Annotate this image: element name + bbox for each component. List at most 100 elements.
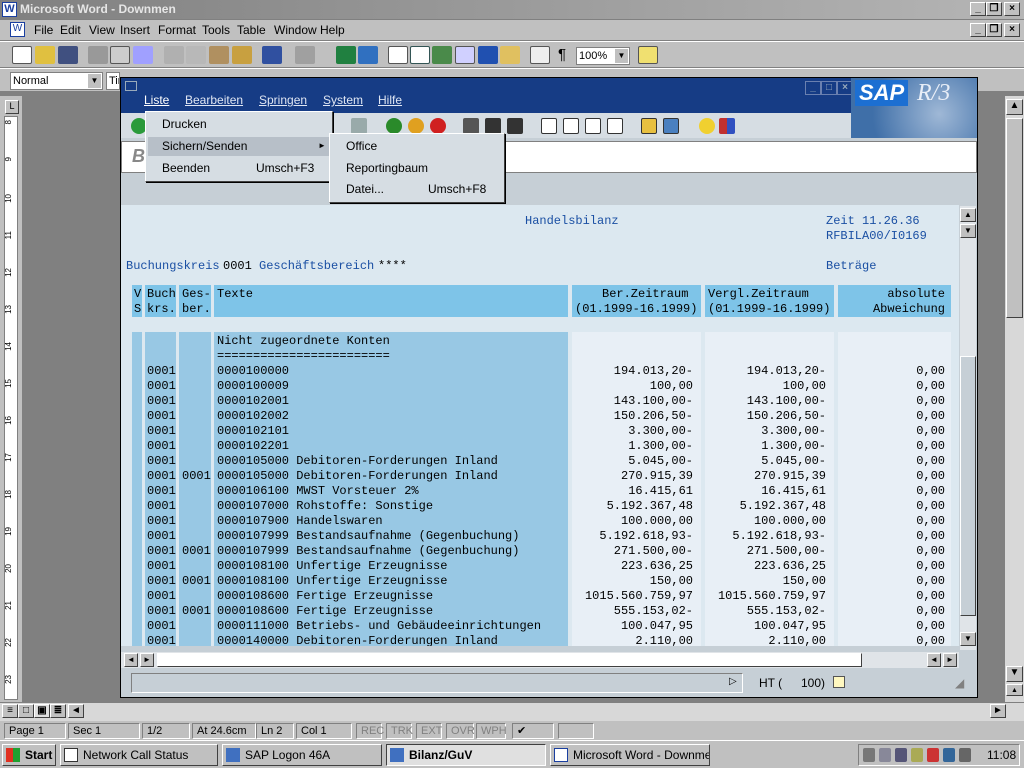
network-tray-icon[interactable] — [879, 748, 891, 762]
shield-icon[interactable] — [927, 748, 939, 762]
resize-grip-icon[interactable]: ◢ — [955, 676, 964, 690]
document-map-icon[interactable] — [500, 46, 520, 64]
sap-hscroll-thumb[interactable] — [157, 653, 862, 667]
spelling-icon[interactable] — [133, 46, 153, 64]
sap-list-hscroll[interactable]: ◄ ► ◄ ► — [121, 652, 959, 668]
menu-item-sichern-senden[interactable]: Sichern/Senden — [162, 137, 247, 155]
columns-icon[interactable] — [455, 46, 475, 64]
monitor-icon[interactable] — [895, 748, 907, 762]
menu-file[interactable]: File — [34, 23, 53, 37]
display-icon[interactable] — [943, 748, 955, 762]
hyperlink-icon[interactable] — [336, 46, 356, 64]
scroll-left-button[interactable]: ◄ — [68, 704, 84, 718]
sap-scroll-down2-button[interactable]: ▼ — [960, 224, 976, 238]
menu-view[interactable]: View — [89, 23, 115, 37]
style-select[interactable]: Normal ▼ — [10, 72, 103, 90]
zoom-select[interactable]: 100% ▼ — [576, 47, 630, 65]
web-toolbar-icon[interactable] — [358, 46, 378, 64]
prev-page-button[interactable]: ▲ — [1006, 684, 1023, 696]
menu-edit[interactable]: Edit — [60, 23, 81, 37]
save-icon[interactable] — [351, 118, 367, 134]
redo-icon[interactable] — [295, 46, 315, 64]
zoom-doc-icon[interactable] — [530, 46, 550, 64]
find-next-icon[interactable] — [507, 118, 523, 134]
doc-close-button[interactable]: × — [1004, 23, 1020, 37]
status-wph[interactable]: WPH — [476, 723, 507, 739]
sap-scroll-thumb[interactable] — [960, 356, 976, 616]
status-rec[interactable]: REC — [356, 723, 384, 739]
scroll-thumb[interactable] — [1006, 118, 1023, 318]
sap-maximize-button[interactable]: □ — [821, 81, 837, 95]
normal-view-button[interactable]: ≡ — [2, 704, 18, 718]
start-button[interactable]: Start — [2, 744, 56, 766]
save-icon[interactable] — [58, 46, 78, 64]
menu-format[interactable]: Format — [158, 23, 196, 37]
print-view-button[interactable]: ▣ — [34, 704, 50, 718]
scroll-up-button[interactable]: ▲ — [1006, 99, 1023, 115]
print-icon[interactable] — [463, 118, 479, 134]
sap-scroll-right-button[interactable]: ► — [943, 653, 957, 667]
sap-list-vscroll[interactable]: ▲ ▼ ▼ — [960, 206, 976, 650]
doc-minimize-button[interactable]: _ — [970, 23, 986, 37]
printer-tray-icon[interactable] — [959, 748, 971, 762]
first-page-icon[interactable] — [541, 118, 557, 134]
menu-item-beenden[interactable]: Beenden — [162, 159, 210, 177]
format-painter-icon[interactable] — [232, 46, 252, 64]
submenu-item-office[interactable]: Office — [346, 137, 377, 155]
power-icon[interactable] — [911, 748, 923, 762]
menu-tools[interactable]: Tools — [202, 23, 230, 37]
sap-menu-bearbeiten[interactable]: Bearbeiten — [185, 93, 243, 107]
find-icon[interactable] — [485, 118, 501, 134]
help-icon[interactable] — [699, 118, 715, 134]
session-info-icon[interactable] — [833, 676, 845, 688]
task-sap-logon[interactable]: SAP Logon 46A — [222, 744, 382, 766]
sap-scroll-right2-button[interactable]: ► — [140, 653, 154, 667]
menu-table[interactable]: Table — [237, 23, 266, 37]
outline-view-button[interactable]: ≣ — [50, 704, 66, 718]
chevron-down-icon[interactable]: ▼ — [615, 49, 628, 63]
sap-scroll-left-button[interactable]: ◄ — [124, 653, 138, 667]
sap-menu-springen[interactable]: Springen — [259, 93, 307, 107]
sap-system-icon[interactable] — [125, 81, 137, 91]
sap-scroll-up-button[interactable]: ▲ — [960, 208, 976, 222]
submenu-item-reportingbaum[interactable]: Reportingbaum — [346, 159, 428, 177]
cancel-icon[interactable] — [430, 118, 446, 134]
sap-menu-hilfe[interactable]: Hilfe — [378, 93, 402, 107]
task-bilanz-guv[interactable]: Bilanz/GuV — [386, 744, 546, 766]
print-icon[interactable] — [88, 46, 108, 64]
menu-item-drucken[interactable]: Drucken — [162, 115, 207, 133]
status-ext[interactable]: EXT — [416, 723, 442, 739]
chevron-down-icon[interactable]: ▼ — [88, 74, 101, 88]
font-select[interactable]: Tim — [106, 72, 120, 90]
insert-table-icon[interactable] — [410, 46, 430, 64]
exit-icon[interactable] — [408, 118, 424, 134]
tables-borders-icon[interactable] — [388, 46, 408, 64]
sap-scroll-left2-button[interactable]: ◄ — [927, 653, 941, 667]
open-icon[interactable] — [35, 46, 55, 64]
shortcut-icon[interactable] — [663, 118, 679, 134]
new-session-icon[interactable] — [641, 118, 657, 134]
preview-icon[interactable] — [110, 46, 130, 64]
volume-icon[interactable] — [863, 748, 875, 762]
word-horizontal-scrollbar[interactable]: ≡ □ ▣ ≣ ◄ ► — [0, 703, 1024, 721]
back-icon[interactable] — [386, 118, 402, 134]
cut-icon[interactable] — [164, 46, 184, 64]
menu-help[interactable]: Help — [320, 23, 345, 37]
sap-scroll-down-button[interactable]: ▼ — [960, 632, 976, 646]
show-hide-icon[interactable]: ¶ — [552, 46, 572, 64]
paste-icon[interactable] — [209, 46, 229, 64]
task-network-call-status[interactable]: Network Call Status — [60, 744, 218, 766]
sap-menu-system[interactable]: System — [323, 93, 363, 107]
close-button[interactable]: × — [1004, 2, 1020, 16]
help-icon[interactable] — [638, 46, 658, 64]
menu-window[interactable]: Window — [274, 23, 317, 37]
prev-page-icon[interactable] — [563, 118, 579, 134]
last-page-icon[interactable] — [607, 118, 623, 134]
sap-minimize-button[interactable]: _ — [805, 81, 821, 95]
layout-menu-icon[interactable] — [719, 118, 735, 134]
insert-excel-icon[interactable] — [432, 46, 452, 64]
clock[interactable]: 11:08 — [987, 748, 1016, 762]
status-trk[interactable]: TRK — [386, 723, 413, 739]
word-vertical-scrollbar[interactable]: ▲ ▼ ▲ — [1005, 96, 1024, 702]
status-expand-icon[interactable]: ▷ — [729, 676, 737, 687]
